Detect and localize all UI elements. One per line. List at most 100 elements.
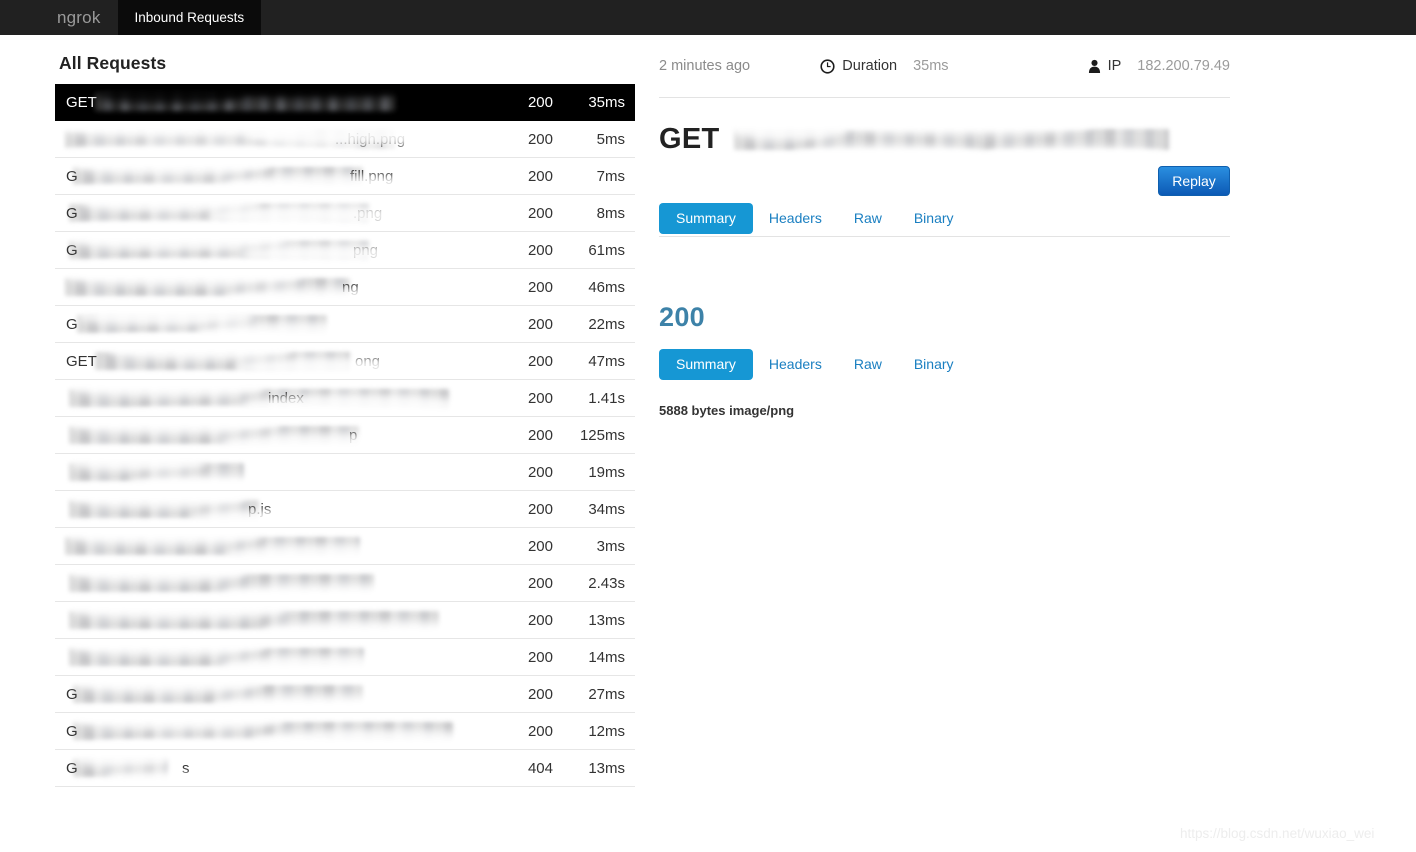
request-row[interactable]: 200 19ms <box>55 454 635 491</box>
request-status-cell: 404 <box>527 759 553 777</box>
redacted-url-bar <box>69 462 244 481</box>
request-duration-cell: 8ms <box>596 204 625 222</box>
request-row[interactable]: GET ong 200 47ms <box>55 343 635 380</box>
request-uri-cell: Gfill.png <box>55 158 487 194</box>
request-uri-cell: index <box>55 380 487 416</box>
request-url-redacted <box>727 116 1169 161</box>
response-tabs[interactable]: Summary Headers Raw Binary <box>659 349 970 380</box>
request-row[interactable]: p.js 200 34ms <box>55 491 635 528</box>
tab-response-raw[interactable]: Raw <box>838 349 898 380</box>
request-uri-cell: Gs <box>55 750 487 786</box>
request-uri-fragment: png <box>353 241 379 259</box>
response-body-meta: 5888 bytes image/png <box>659 403 795 418</box>
request-uri-fragment: fill.png <box>350 167 394 185</box>
request-status-cell: 200 <box>527 389 553 407</box>
request-method-fragment: GET <box>66 93 97 111</box>
request-tabs[interactable]: Summary Headers Raw Binary <box>659 203 970 234</box>
brand-logo[interactable]: ngrok <box>57 0 118 35</box>
request-uri-cell: p <box>55 417 487 453</box>
person-icon <box>1088 59 1101 74</box>
requests-table[interactable]: GET 200 35ms ...high.png 200 5ms Gfill.png 200 7… <box>55 84 635 787</box>
request-status-cell: 200 <box>527 426 553 444</box>
request-row[interactable]: p 200 125ms <box>55 417 635 454</box>
request-uri-fragment: ng <box>342 278 359 296</box>
request-method: GET <box>659 122 720 155</box>
replay-button[interactable]: Replay <box>1158 166 1230 196</box>
request-row[interactable]: G .png 200 8ms <box>55 195 635 232</box>
tab-request-summary[interactable]: Summary <box>659 203 753 234</box>
clock-icon <box>820 58 835 74</box>
requests-panel: All Requests GET 200 35ms ...high.png 200 5ms… <box>0 35 659 852</box>
tab-response-summary[interactable]: Summary <box>659 349 753 380</box>
request-uri-fragment: p <box>349 426 358 444</box>
request-status-cell: 200 <box>527 352 553 370</box>
request-uri-cell: p.js <box>55 491 487 527</box>
redacted-url-bar <box>69 647 364 666</box>
request-status-cell: 200 <box>527 167 553 185</box>
request-uri-fragment: s <box>182 759 190 777</box>
request-duration-cell: 12ms <box>588 722 625 740</box>
duration-label: Duration <box>842 58 898 74</box>
request-status-cell: 200 <box>527 685 553 703</box>
request-row[interactable]: ...high.png 200 5ms <box>55 121 635 158</box>
request-method-fragment: G <box>66 167 78 185</box>
request-uri-cell: GET <box>55 84 487 120</box>
request-method-fragment: G <box>66 241 78 259</box>
request-detail-panel: 2 minutes ago Duration 35ms IP 182.200.7 <box>659 35 1416 852</box>
page-title: All Requests <box>59 53 167 73</box>
request-uri-cell <box>55 565 487 601</box>
tab-request-binary[interactable]: Binary <box>898 203 970 234</box>
redacted-url-bar <box>69 610 439 629</box>
request-uri-cell: ng <box>55 269 487 305</box>
redacted-url-bar <box>95 92 395 111</box>
request-row[interactable]: G 200 27ms <box>55 676 635 713</box>
request-duration-cell: 22ms <box>588 315 625 333</box>
redacted-url-bar <box>65 277 350 296</box>
request-row[interactable]: 200 13ms <box>55 602 635 639</box>
request-status-cell: 200 <box>527 463 553 481</box>
redacted-url-bar <box>73 758 168 777</box>
divider-middle <box>659 236 1230 237</box>
detail-meta-row: 2 minutes ago Duration 35ms IP 182.200.7 <box>659 45 1230 87</box>
request-duration-cell: 7ms <box>596 167 625 185</box>
request-status-cell: 200 <box>527 204 553 222</box>
redacted-url-bar <box>69 388 449 407</box>
request-row[interactable]: 200 3ms <box>55 528 635 565</box>
request-row[interactable]: G 200 22ms <box>55 306 635 343</box>
request-uri-cell: G <box>55 713 487 749</box>
redaction-smudge <box>129 406 369 416</box>
request-method-fragment: G <box>66 204 78 222</box>
request-row[interactable]: 200 2.43s <box>55 565 635 602</box>
request-row[interactable]: Gs 404 13ms <box>55 750 635 787</box>
request-duration-cell: 46ms <box>588 278 625 296</box>
redacted-url-bar <box>65 536 360 555</box>
request-row[interactable]: G 200 12ms <box>55 713 635 750</box>
request-status-cell: 200 <box>527 315 553 333</box>
tab-response-headers[interactable]: Headers <box>753 349 838 380</box>
redaction-smudge <box>107 332 307 342</box>
request-duration-cell: 13ms <box>588 611 625 629</box>
request-status-cell: 200 <box>527 648 553 666</box>
request-uri-fragment: .png <box>353 204 383 222</box>
request-status-cell: 200 <box>527 611 553 629</box>
tab-request-raw[interactable]: Raw <box>838 203 898 234</box>
request-row[interactable]: ng 200 46ms <box>55 269 635 306</box>
request-row[interactable]: 200 14ms <box>55 639 635 676</box>
request-method-fragment: G <box>66 759 78 777</box>
redacted-url-bar <box>69 499 259 518</box>
request-status-cell: 200 <box>527 537 553 555</box>
request-row[interactable]: Gfill.png 200 7ms <box>55 158 635 195</box>
redacted-url-bar <box>69 203 369 222</box>
request-status-cell: 200 <box>527 241 553 259</box>
nav-tab-inbound-requests[interactable]: Inbound Requests <box>117 0 262 35</box>
request-duration-cell: 34ms <box>588 500 625 518</box>
request-duration-cell: 3ms <box>596 537 625 555</box>
request-status-cell: 200 <box>527 130 553 148</box>
request-row[interactable]: GET 200 35ms <box>55 84 635 121</box>
request-row[interactable]: Gpng 200 61ms <box>55 232 635 269</box>
request-duration-cell: 2.43s <box>588 574 625 592</box>
request-row[interactable]: index 200 1.41s <box>55 380 635 417</box>
tab-request-headers[interactable]: Headers <box>753 203 838 234</box>
tab-response-binary[interactable]: Binary <box>898 349 970 380</box>
request-method-fragment: G <box>66 315 78 333</box>
